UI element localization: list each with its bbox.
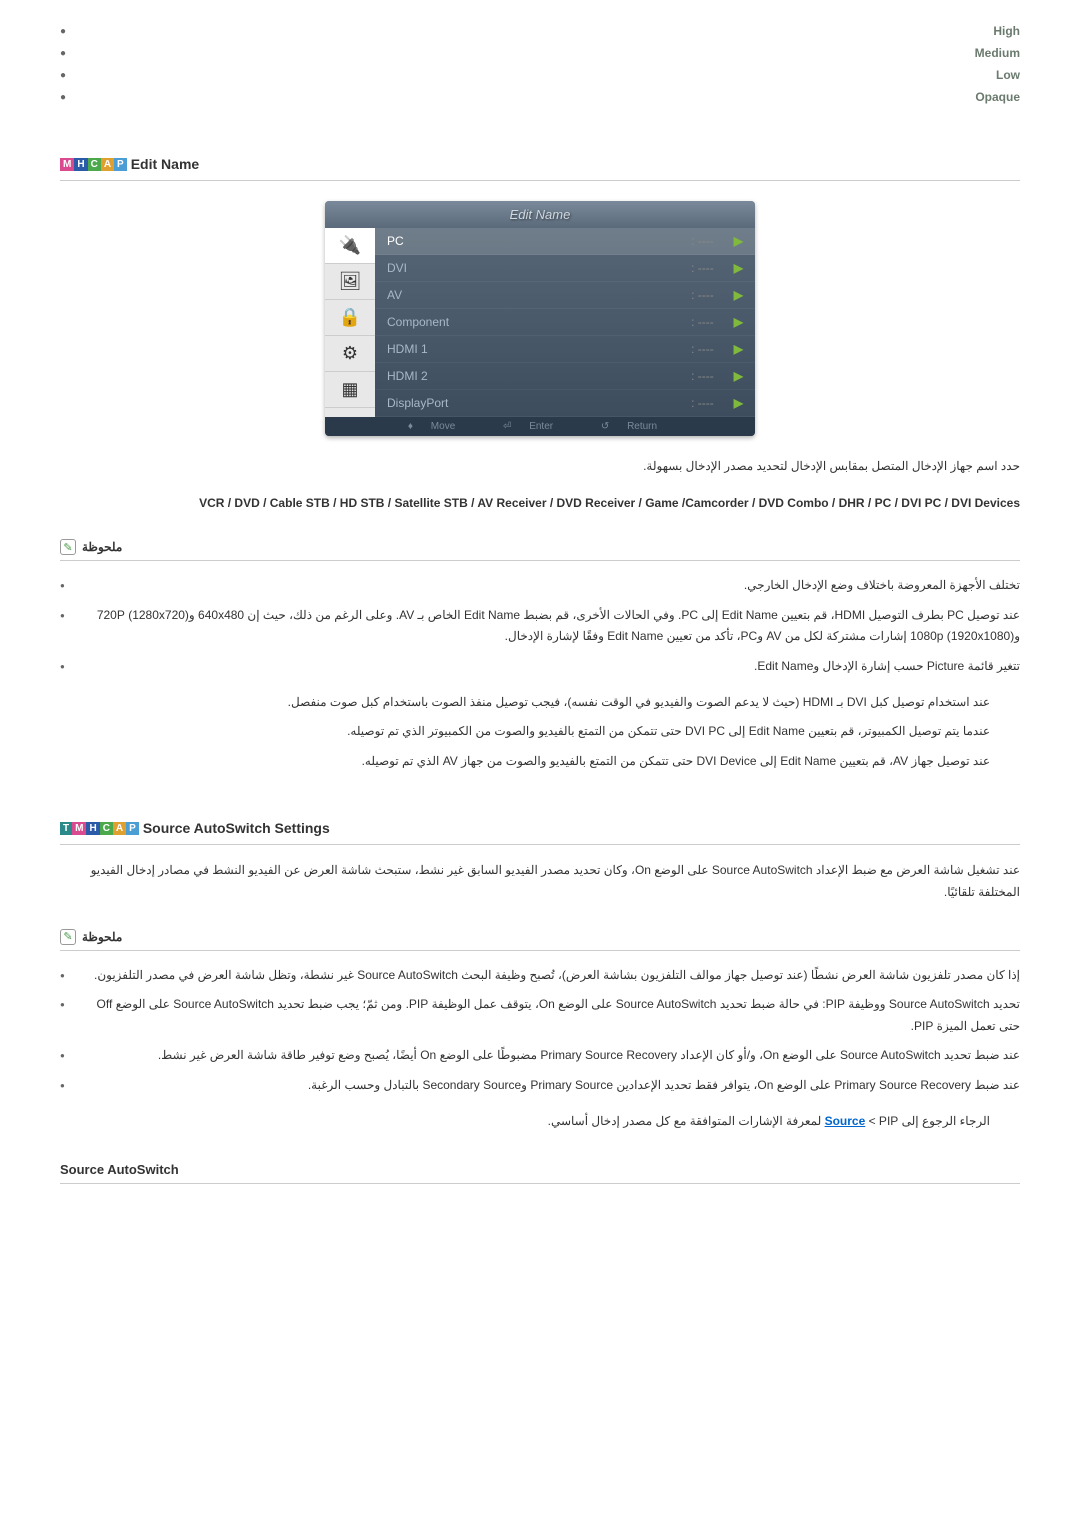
mode-tags: M H C A P — [60, 158, 127, 171]
note-item: إذا كان مصدر تلفزيون شاشة العرض نشطًا (ع… — [60, 961, 1020, 991]
option-medium: Medium — [60, 42, 1020, 64]
sub-note: عندما يتم توصيل الكمبيوتر، قم بتعيين Edi… — [60, 721, 990, 743]
edit-name-notes: تختلف الأجهزة المعروضة باختلاف وضع الإدخ… — [60, 571, 1020, 681]
note-header: ملحوظة ✎ — [60, 539, 1020, 561]
note-item: تحديد Source AutoSwitch ووظيفة PIP: في ح… — [60, 990, 1020, 1041]
footer-return: ↺ Return — [601, 421, 672, 432]
tag-t: T — [60, 822, 72, 835]
arrow-icon: ▶ — [734, 315, 743, 329]
osd-content: PC : ---- ▶ DVI : ---- ▶ AV : ---- ▶ Com… — [375, 228, 755, 417]
arrow-icon: ▶ — [734, 369, 743, 383]
arrow-icon: ▶ — [734, 342, 743, 356]
input-icon: 🔌 — [325, 228, 375, 264]
note-item: عند ضبط Primary Source Recovery على الوض… — [60, 1071, 1020, 1101]
footer-section-title: Source AutoSwitch — [60, 1162, 1020, 1184]
note-title: ملحوظة — [82, 930, 122, 944]
top-options-list: High Medium Low Opaque — [60, 20, 1020, 108]
tag-a: A — [101, 158, 114, 171]
menu-row-pc: PC : ---- ▶ — [375, 228, 755, 255]
tag-m: M — [60, 158, 74, 171]
source-link[interactable]: Source — [825, 1114, 866, 1128]
note-icon: ✎ — [60, 929, 76, 945]
menu-row-hdmi2: HDMI 2 : ---- ▶ — [375, 363, 755, 390]
menu-row-displayport: DisplayPort : ---- ▶ — [375, 390, 755, 417]
sub-note: عند توصيل جهاز AV، قم بتعيين Edit Name إ… — [60, 751, 990, 773]
mode-tags: T M H C A P — [60, 822, 139, 835]
settings-icon: ⚙ — [325, 336, 375, 372]
note-icon: ✎ — [60, 539, 76, 555]
tag-p: P — [126, 822, 139, 835]
arrow-icon: ▶ — [734, 234, 743, 248]
option-high: High — [60, 20, 1020, 42]
tag-a: A — [113, 822, 126, 835]
arrow-icon: ▶ — [734, 396, 743, 410]
footer-enter: ⏎ Enter — [503, 421, 568, 432]
sub-note: عند استخدام توصيل كبل DVI بـ HDMI (حيث ل… — [60, 692, 990, 714]
note-title: ملحوظة — [82, 540, 122, 554]
menu-row-dvi: DVI : ---- ▶ — [375, 255, 755, 282]
tag-p: P — [114, 158, 127, 171]
osd-title: Edit Name — [325, 201, 755, 228]
section-title: Source AutoSwitch Settings — [143, 820, 330, 836]
edit-name-header: M H C A P Edit Name — [60, 148, 1020, 181]
arrow-icon: ▶ — [734, 261, 743, 275]
note-item: عند توصيل PC بطرف التوصيل HDMI، قم بتعيي… — [60, 601, 1020, 652]
source-names-list: VCR / DVD / Cable STB / HD STB / Satelli… — [60, 493, 1020, 515]
menu-row-av: AV : ---- ▶ — [375, 282, 755, 309]
footer-move: ♦ Move — [408, 421, 470, 432]
tag-m: M — [72, 822, 86, 835]
osd-menu-screenshot: Edit Name 🔌 🖼 🔒 ⚙ ▦ PC : ---- ▶ DVI : --… — [325, 201, 755, 436]
tag-h: H — [86, 822, 99, 835]
menu-row-component: Component : ---- ▶ — [375, 309, 755, 336]
note-header: ملحوظة ✎ — [60, 929, 1020, 951]
autoswitch-notes: إذا كان مصدر تلفزيون شاشة العرض نشطًا (ع… — [60, 961, 1020, 1101]
option-low: Low — [60, 64, 1020, 86]
arrow-icon: ▶ — [734, 288, 743, 302]
edit-name-desc: حدد اسم جهاز الإدخال المتصل بمقابس الإدخ… — [60, 456, 1020, 478]
picture-icon: 🖼 — [325, 264, 375, 300]
autoswitch-header: T M H C A P Source AutoSwitch Settings — [60, 812, 1020, 845]
autoswitch-intro: عند تشغيل شاشة العرض مع ضبط الإعداد Sour… — [60, 860, 1020, 903]
osd-footer: ♦ Move ⏎ Enter ↺ Return — [325, 417, 755, 436]
tag-h: H — [74, 158, 87, 171]
multi-icon: ▦ — [325, 372, 375, 408]
tag-c: C — [88, 158, 101, 171]
note-item: تختلف الأجهزة المعروضة باختلاف وضع الإدخ… — [60, 571, 1020, 601]
section-title: Edit Name — [131, 156, 199, 172]
lock-icon: 🔒 — [325, 300, 375, 336]
note-item: تتغير قائمة Picture حسب إشارة الإدخال وE… — [60, 652, 1020, 682]
menu-row-hdmi1: HDMI 1 : ---- ▶ — [375, 336, 755, 363]
reference-text: الرجاء الرجوع إلى Source < PIP لمعرفة ال… — [60, 1111, 990, 1133]
option-opaque: Opaque — [60, 86, 1020, 108]
note-item: عند ضبط تحديد Source AutoSwitch على الوض… — [60, 1041, 1020, 1071]
osd-sidebar: 🔌 🖼 🔒 ⚙ ▦ — [325, 228, 375, 417]
tag-c: C — [100, 822, 113, 835]
